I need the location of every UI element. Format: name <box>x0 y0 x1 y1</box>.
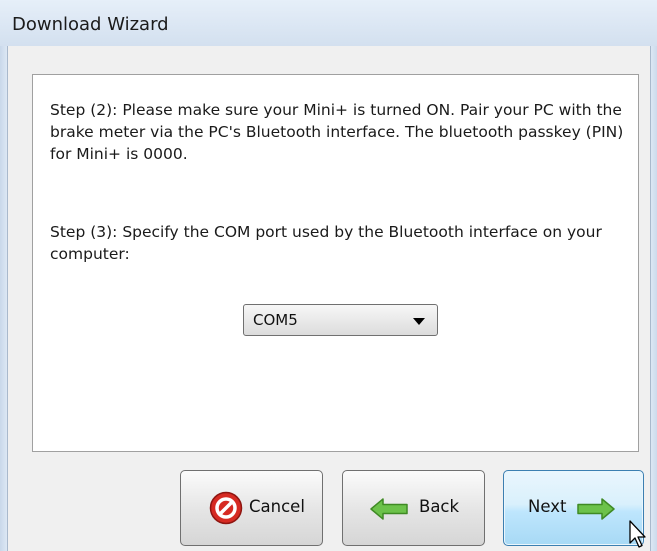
next-button[interactable]: Next <box>503 470 644 546</box>
no-entry-icon <box>209 491 243 525</box>
window-title: Download Wizard <box>12 14 169 35</box>
right-arrow-icon <box>577 498 615 520</box>
step-3-text: Step (3): Specify the COM port used by t… <box>50 223 602 263</box>
window-frame-left <box>0 46 8 551</box>
step-2-text: Step (2): Please make sure your Mini+ is… <box>50 101 624 163</box>
mouse-pointer-icon <box>629 520 646 548</box>
back-button[interactable]: Back <box>342 470 485 546</box>
left-arrow-icon <box>370 498 408 520</box>
dropdown-arrow-icon <box>413 318 425 325</box>
back-button-label: Back <box>419 497 460 516</box>
com-port-dropdown[interactable]: COM5 <box>243 304 438 336</box>
cancel-button[interactable]: Cancel <box>180 470 323 546</box>
title-bar: Download Wizard <box>0 0 657 47</box>
com-port-selected-value: COM5 <box>253 311 298 329</box>
cancel-button-label: Cancel <box>249 497 305 516</box>
next-button-label: Next <box>528 497 567 516</box>
window-frame-right <box>650 46 657 551</box>
